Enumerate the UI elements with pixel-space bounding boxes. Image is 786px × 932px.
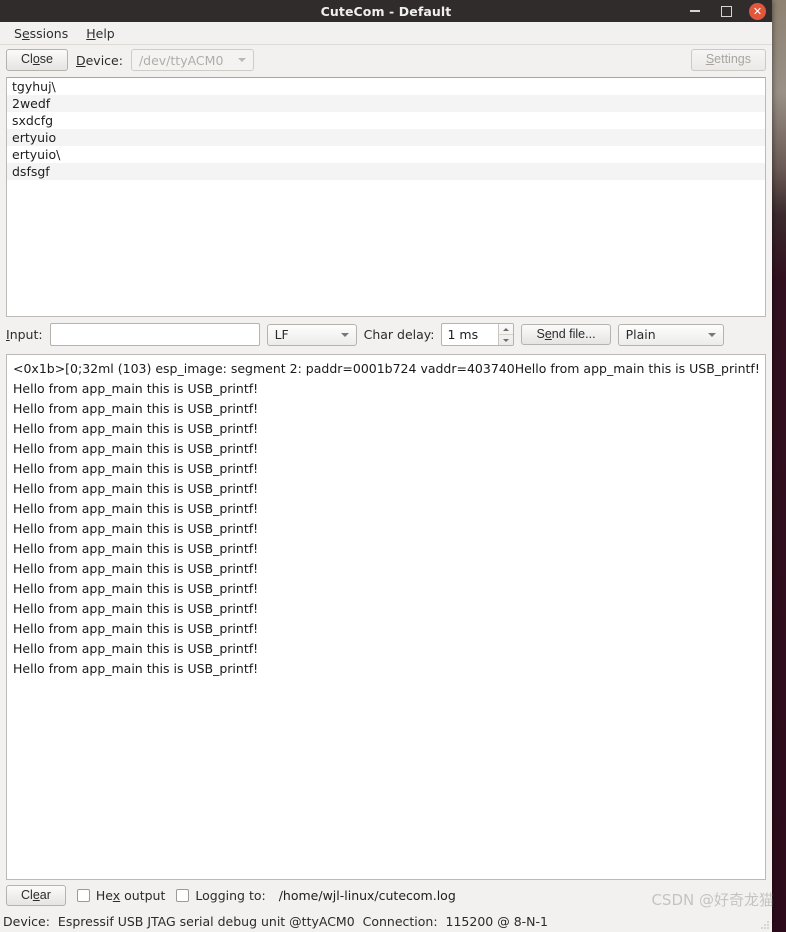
status-connection-value: 115200 @ 8-N-1 (445, 914, 548, 929)
settings-button[interactable]: Settings (690, 49, 766, 71)
command-input[interactable] (49, 323, 260, 346)
output-line: Hello from app_main this is USB_printf! (13, 481, 259, 496)
chevron-down-icon (707, 332, 716, 337)
protocol-select[interactable]: Plain (617, 323, 724, 346)
clear-button[interactable]: Clear (6, 884, 66, 907)
serial-output-view[interactable]: <0x1b>[0;32ml (103) esp_image: segment 2… (6, 354, 766, 880)
output-controls-bar: Clear Hex output Logging to: /home/wjl-l… (0, 880, 772, 911)
logging-label: Logging to: (195, 888, 266, 903)
list-item[interactable]: 2wedf (7, 95, 765, 112)
hex-output-checkbox[interactable]: Hex output (76, 888, 166, 903)
menu-item-help[interactable]: Help (78, 24, 123, 43)
cutecom-window: CuteCom - Default ✕ Sessions Help Close … (0, 0, 772, 932)
chevron-down-icon (237, 58, 246, 62)
output-line: Hello from app_main this is USB_printf! (13, 641, 259, 656)
title-bar: CuteCom - Default ✕ (0, 0, 772, 22)
output-line: Hello from app_main this is USB_printf! (13, 541, 259, 556)
close-port-button[interactable]: Close (6, 49, 68, 71)
logging-checkbox[interactable]: Logging to: (176, 888, 266, 903)
input-toolbar: Input: LF Char delay: 1 ms Send file... … (0, 317, 772, 351)
output-line: <0x1b>[0;32ml (103) esp_image: segment 2… (13, 361, 760, 376)
status-bar: Device: Espressif USB JTAG serial debug … (0, 911, 772, 932)
device-label: Device: (75, 52, 123, 68)
checkbox-icon[interactable] (176, 889, 190, 902)
status-device-label: Device: (3, 914, 50, 929)
line-ending-value: LF (274, 327, 289, 342)
status-connection-label: Connection: (362, 914, 438, 929)
maximize-icon[interactable] (718, 3, 734, 19)
output-line: Hello from app_main this is USB_printf! (13, 661, 259, 676)
output-line: Hello from app_main this is USB_printf! (13, 621, 259, 636)
chevron-down-icon (340, 332, 349, 337)
input-label: Input: (6, 327, 43, 342)
checkbox-icon[interactable] (76, 889, 90, 902)
menu-item-sessions[interactable]: Sessions (6, 24, 76, 43)
send-file-button[interactable]: Send file... (521, 323, 611, 346)
caret-up-icon (503, 327, 510, 331)
caret-down-icon (503, 338, 510, 342)
output-line: Hello from app_main this is USB_printf! (13, 401, 259, 416)
menu-help-label: Help (86, 25, 115, 41)
status-device-value: Espressif USB JTAG serial debug unit @tt… (57, 914, 355, 929)
output-line: Hello from app_main this is USB_printf! (13, 421, 259, 436)
stepper-down-button[interactable] (499, 335, 513, 345)
minimize-icon[interactable] (687, 3, 703, 19)
output-line: Hello from app_main this is USB_printf! (13, 581, 259, 596)
output-line: Hello from app_main this is USB_printf! (13, 461, 259, 476)
output-line: Hello from app_main this is USB_printf! (13, 501, 259, 516)
stepper-up-button[interactable] (499, 324, 514, 335)
device-select[interactable]: /dev/ttyACM0 (130, 49, 254, 71)
command-history-list[interactable]: tgyhuj\ 2wedf sxdcfg ertyuio ertyuio\ ds… (6, 77, 766, 317)
char-delay-stepper[interactable]: 1 ms (441, 323, 515, 346)
window-title: CuteCom - Default (320, 3, 452, 19)
menu-bar: Sessions Help (0, 22, 772, 45)
window-controls: ✕ (687, 0, 766, 22)
char-delay-value[interactable]: 1 ms (442, 324, 498, 345)
output-line: Hello from app_main this is USB_printf! (13, 561, 259, 576)
list-item[interactable]: sxdcfg (7, 112, 765, 129)
output-line: Hello from app_main this is USB_printf! (13, 441, 259, 456)
list-item[interactable]: ertyuio\ (7, 146, 765, 163)
output-line: Hello from app_main this is USB_printf! (13, 521, 259, 536)
log-path-text[interactable]: /home/wjl-linux/cutecom.log (279, 888, 456, 903)
hex-output-label: Hex output (95, 888, 166, 903)
connection-toolbar: Close Device: /dev/ttyACM0 Settings (0, 45, 772, 75)
output-line: Hello from app_main this is USB_printf! (13, 381, 259, 396)
device-select-value: /dev/ttyACM0 (138, 52, 224, 68)
list-item[interactable]: tgyhuj\ (7, 78, 765, 95)
char-delay-buttons (498, 324, 514, 345)
resize-grip-icon[interactable] (760, 920, 770, 930)
char-delay-label: Char delay: (363, 327, 435, 342)
output-line: Hello from app_main this is USB_printf! (13, 601, 259, 616)
list-item[interactable]: dsfsgf (7, 163, 765, 180)
list-item[interactable]: ertyuio (7, 129, 765, 146)
line-ending-select[interactable]: LF (266, 323, 357, 346)
close-icon[interactable]: ✕ (749, 2, 766, 20)
menu-sessions-label: Sessions (14, 25, 69, 41)
protocol-value: Plain (625, 327, 656, 342)
